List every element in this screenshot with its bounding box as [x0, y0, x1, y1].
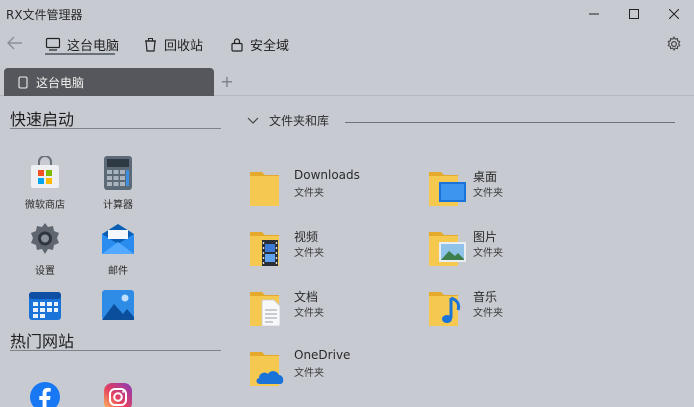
- nav-tab-label: 这台电脑: [67, 38, 120, 54]
- nav-tab-this-pc[interactable]: 这台电脑: [45, 34, 119, 54]
- nav-tab-recycle-bin[interactable]: 回收站: [143, 34, 203, 54]
- store-icon: [31, 156, 59, 188]
- back-button[interactable]: [4, 32, 26, 54]
- app-calculator[interactable]: 计算器: [83, 154, 153, 211]
- arrow-left-icon: [7, 36, 22, 50]
- folder-icon: [250, 172, 279, 206]
- folder-music[interactable]: 音乐 文件夹: [427, 282, 597, 332]
- computer-icon: [45, 37, 61, 51]
- app-label: 微软商店: [25, 200, 65, 211]
- folder-onedrive[interactable]: OneDrive 文件夹: [248, 342, 418, 392]
- device-icon: [18, 75, 28, 89]
- facebook-icon: [30, 382, 60, 407]
- minimize-button[interactable]: [574, 0, 614, 28]
- gear-icon: [667, 36, 681, 52]
- folder-name: 音乐: [473, 290, 498, 304]
- desktop-folder-icon: [429, 172, 466, 206]
- tab-this-pc[interactable]: 这台电脑: [4, 68, 214, 96]
- mail-icon: [102, 224, 134, 254]
- folder-type: 文件夹: [294, 308, 324, 319]
- app-settings[interactable]: 设置: [10, 220, 80, 277]
- settings-gear-icon: [31, 223, 59, 254]
- settings-button[interactable]: [664, 34, 684, 54]
- folder-name: 图片: [473, 230, 498, 244]
- maximize-icon: [629, 9, 639, 19]
- folder-type: 文件夹: [473, 308, 503, 319]
- quick-launch-divider: [10, 128, 221, 129]
- video-folder-icon: [250, 232, 279, 266]
- folder-desktop[interactable]: 桌面 文件夹: [427, 162, 597, 212]
- tab-label: 这台电脑: [36, 75, 85, 90]
- calendar-icon: [29, 292, 61, 320]
- recycle-bin-icon: [145, 37, 156, 52]
- folder-documents[interactable]: 文档 文件夹: [248, 282, 418, 332]
- new-tab-button[interactable]: +: [218, 72, 236, 91]
- instagram-icon: [104, 383, 132, 407]
- music-folder-icon: [429, 292, 461, 326]
- nav-bar: 这台电脑 回收站 安全域: [0, 28, 694, 60]
- folder-videos[interactable]: 视频 文件夹: [248, 222, 418, 272]
- close-button[interactable]: [654, 0, 694, 28]
- app-microsoft-store[interactable]: 微软商店: [10, 154, 80, 211]
- app-photos[interactable]: [83, 286, 153, 328]
- folder-type: 文件夹: [473, 248, 503, 259]
- onedrive-folder-icon: [250, 352, 284, 386]
- folders-section-title: 文件夹和库: [269, 114, 330, 128]
- popular-sites-title: 热门网站: [10, 332, 75, 351]
- quick-launch-title: 快速启动: [10, 110, 75, 129]
- app-mail[interactable]: 邮件: [83, 220, 153, 277]
- title-bar: RX文件管理器: [0, 0, 694, 28]
- folder-downloads[interactable]: Downloads 文件夹: [248, 162, 418, 212]
- nav-tab-secure-vault[interactable]: 安全域: [230, 34, 289, 54]
- app-label: 计算器: [103, 200, 133, 211]
- site-facebook[interactable]: [10, 378, 80, 407]
- folder-name: 视频: [294, 230, 319, 244]
- folders-section-divider: [345, 122, 675, 123]
- chevron-down-icon: [247, 117, 259, 124]
- app-label: 设置: [35, 266, 55, 277]
- close-icon: [669, 9, 679, 19]
- calculator-icon: [104, 156, 132, 190]
- nav-tab-label: 安全域: [250, 38, 290, 54]
- folder-name: 文档: [294, 290, 319, 304]
- app-calendar[interactable]: [10, 286, 80, 328]
- folder-name: OneDrive: [294, 348, 351, 362]
- tab-strip: 这台电脑 +: [0, 66, 694, 96]
- popular-sites-divider: [10, 350, 221, 351]
- folders-section-header[interactable]: 文件夹和库: [247, 112, 329, 129]
- folder-type: 文件夹: [294, 248, 324, 259]
- site-instagram[interactable]: [83, 378, 153, 407]
- folder-type: 文件夹: [294, 368, 324, 379]
- nav-tab-label: 回收站: [164, 38, 204, 54]
- app-title: RX文件管理器: [6, 8, 83, 22]
- pictures-folder-icon: [429, 232, 466, 266]
- minimize-icon: [589, 13, 599, 15]
- documents-folder-icon: [250, 292, 281, 327]
- lock-icon: [231, 37, 243, 52]
- folder-name: Downloads: [294, 168, 360, 182]
- folder-pictures[interactable]: 图片 文件夹: [427, 222, 597, 272]
- active-nav-indicator: [45, 53, 115, 55]
- photos-icon: [102, 290, 134, 320]
- folder-name: 桌面: [473, 170, 498, 184]
- folder-type: 文件夹: [473, 188, 503, 199]
- maximize-button[interactable]: [614, 0, 654, 28]
- app-label: 邮件: [108, 266, 128, 277]
- folder-type: 文件夹: [294, 188, 324, 199]
